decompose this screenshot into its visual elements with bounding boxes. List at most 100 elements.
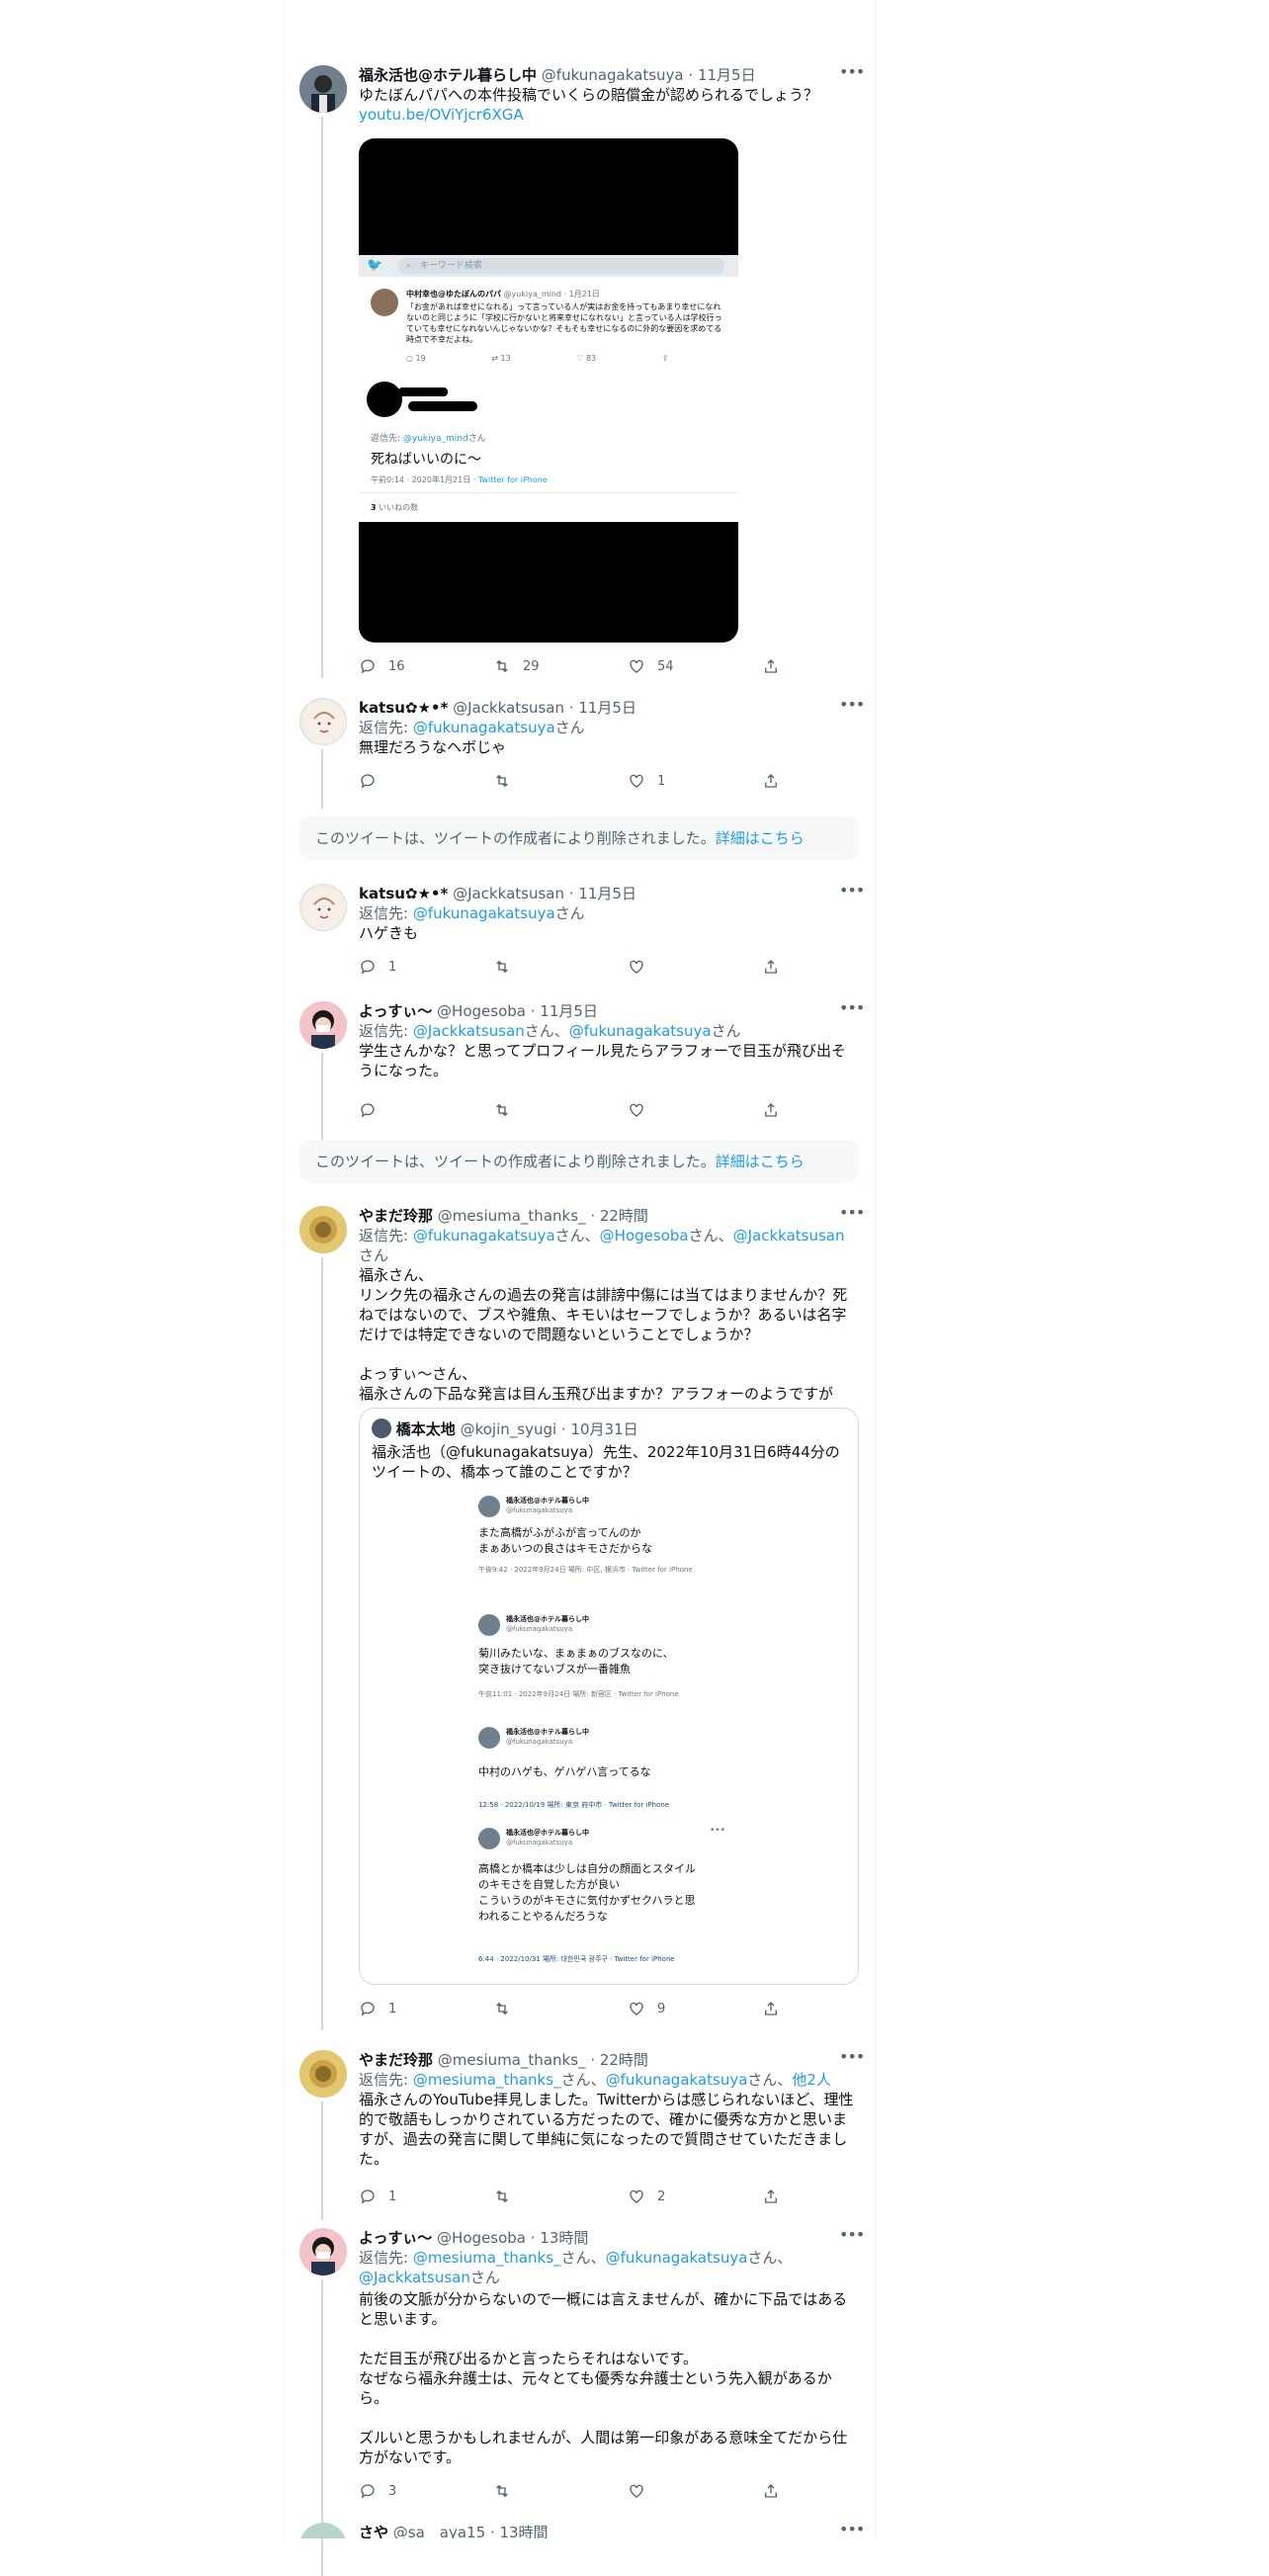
timestamp[interactable]: · 13時間 [531, 2229, 589, 2247]
mention-link[interactable]: 他2人 [792, 2071, 831, 2089]
mention-link[interactable]: @mesiuma_thanks_ [413, 2249, 561, 2267]
reply-button[interactable]: 1 [359, 957, 396, 977]
reply-button[interactable] [359, 771, 388, 791]
more-icon[interactable]: ••• [839, 1000, 865, 1021]
author-handle[interactable]: @Hogesoba [437, 2229, 526, 2247]
like-button[interactable]: 54 [628, 656, 674, 676]
mention-link[interactable]: @Jackkatsusan [733, 1227, 845, 1245]
avatar[interactable] [299, 65, 347, 113]
reply-icon [361, 2484, 375, 2499]
retweet-button[interactable] [493, 1999, 523, 2018]
mention-link[interactable]: @mesiuma_thanks_ [413, 2071, 561, 2089]
more-icon[interactable]: ••• [839, 1205, 865, 1226]
retweet-button[interactable] [493, 957, 523, 977]
tweet-7[interactable]: よっすぃ〜 @Hogesoba · 13時間 ••• 返信先: @mesiuma… [284, 2227, 875, 2576]
share-button[interactable] [762, 1100, 780, 1120]
reply-context: 返信先: @mesiuma_thanks_さん、@fukunagakatsuya… [359, 2071, 831, 2089]
author-handle[interactable]: @Hogesoba [437, 1002, 526, 1020]
author-handle[interactable]: @mesiuma_thanks_ [438, 1207, 586, 1225]
author-handle[interactable]: @mesiuma_thanks_ [438, 2051, 586, 2069]
mention-link[interactable]: @fukunagakatsuya [413, 719, 555, 736]
quote-tweet[interactable]: 橋本太地 @kojin_syugi · 10月31日 福永活也（@fukunag… [359, 1408, 859, 1985]
mention-link[interactable]: @Jackkatsusan [359, 2269, 470, 2286]
avatar[interactable] [299, 2523, 347, 2538]
tweet-1[interactable]: 福永活也@ホテル暮らし中 @fukunagakatsuya · 11月5日 ••… [284, 64, 875, 678]
mention-link[interactable]: @fukunagakatsuya [413, 904, 555, 922]
mention-link[interactable]: @Jackkatsusan [413, 1022, 525, 1040]
more-icon[interactable]: ••• [839, 883, 865, 903]
learn-more-link[interactable]: 詳細はこちら [716, 829, 804, 847]
tweet-link[interactable]: youtu.be/OViYjcr6XGA [359, 105, 859, 125]
timestamp[interactable]: · 22時間 [590, 2051, 648, 2069]
learn-more-link[interactable]: 詳細はこちら [716, 1153, 804, 1170]
like-button[interactable]: 1 [628, 771, 665, 791]
timestamp[interactable]: · 22時間 [590, 1207, 648, 1225]
author-name[interactable]: 福永活也@ホテル暮らし中 [359, 66, 537, 84]
timestamp[interactable]: · 13時間 [490, 2524, 549, 2538]
inner-main-text: 死ねばいいのに〜 [371, 452, 481, 468]
author-name[interactable]: katsu✿★•* [359, 699, 448, 717]
reply-button[interactable]: 16 [359, 656, 405, 676]
tweet-5[interactable]: やまだ玲那 @mesiuma_thanks_ · 22時間 ••• 返信先: @… [284, 1205, 875, 2030]
like-button[interactable]: 2 [628, 2187, 665, 2206]
author-handle[interactable]: @Jackkatsusan [453, 699, 564, 717]
author-handle[interactable]: @Jackkatsusan [453, 885, 564, 902]
reply-button[interactable]: 3 [359, 2481, 396, 2501]
avatar[interactable] [299, 2228, 347, 2275]
avatar[interactable] [299, 884, 347, 931]
share-button[interactable] [762, 2187, 780, 2206]
inner-name: 中村幸也@ゆたぼんのパパ [406, 290, 501, 299]
mention-link[interactable]: @fukunagakatsuya [569, 1022, 712, 1040]
timestamp[interactable]: · 11月5日 [569, 699, 636, 717]
author-handle[interactable]: @sa__aya15 [393, 2524, 485, 2538]
retweet-button[interactable] [493, 2481, 523, 2501]
share-button[interactable] [762, 1999, 780, 2018]
share-button[interactable] [762, 656, 780, 676]
twitter-logo-icon: 🐦 [367, 258, 383, 273]
retweet-button[interactable]: 29 [493, 656, 540, 676]
timestamp[interactable]: · 11月5日 [688, 66, 755, 84]
mention-link[interactable]: @fukunagakatsuya [606, 2071, 748, 2089]
author-name[interactable]: やまだ玲那 [359, 2051, 433, 2069]
retweet-icon [496, 1103, 508, 1117]
more-icon[interactable]: ••• [839, 2522, 865, 2538]
author-name[interactable]: よっすぃ〜 [359, 2229, 432, 2247]
retweet-button[interactable] [493, 1100, 523, 1120]
timestamp[interactable]: · 11月5日 [569, 885, 636, 902]
mention-link[interactable]: @fukunagakatsuya [413, 1227, 555, 1245]
like-button[interactable] [628, 957, 657, 977]
avatar[interactable] [299, 1001, 347, 1049]
tweet-3[interactable]: katsu✿★•* @Jackkatsusan · 11月5日 ••• 返信先:… [284, 883, 875, 988]
author-name[interactable]: よっすぃ〜 [359, 1002, 432, 1020]
tweet-6[interactable]: やまだ玲那 @mesiuma_thanks_ · 22時間 ••• 返信先: @… [284, 2049, 875, 2220]
tweet-2[interactable]: katsu✿★•* @Jackkatsusan · 11月5日 ••• 返信先:… [284, 697, 875, 809]
more-icon[interactable]: ••• [839, 64, 865, 85]
retweet-button[interactable] [493, 2187, 523, 2206]
share-button[interactable] [762, 771, 780, 791]
author-name[interactable]: katsu✿★•* [359, 885, 448, 902]
avatar[interactable] [299, 698, 347, 745]
author-handle[interactable]: @fukunagakatsuya [542, 66, 684, 84]
reply-button[interactable] [359, 1100, 388, 1120]
more-icon[interactable]: ••• [839, 2049, 865, 2070]
more-icon[interactable]: ••• [839, 2227, 865, 2248]
like-button[interactable] [628, 1100, 657, 1120]
reply-button[interactable]: 1 [359, 2187, 396, 2206]
tweet-media[interactable]: 🐦 ⌕ キーワード検索 中村幸也@ゆたぼんのパパ @yukiya_mind · … [359, 138, 738, 643]
tweet-8[interactable]: さや @sa__aya15 · 13時間 ••• [284, 2521, 875, 2538]
retweet-button[interactable] [493, 771, 523, 791]
like-button[interactable]: 9 [628, 1999, 665, 2018]
timestamp[interactable]: · 11月5日 [531, 1002, 598, 1020]
like-button[interactable] [628, 2481, 657, 2501]
mention-link[interactable]: @Hogesoba [600, 1227, 689, 1245]
avatar[interactable] [299, 2050, 347, 2098]
author-name[interactable]: さや [359, 2524, 388, 2538]
mention-link[interactable]: @fukunagakatsuya [606, 2249, 748, 2267]
author-name[interactable]: やまだ玲那 [359, 1207, 433, 1225]
reply-button[interactable]: 1 [359, 1999, 396, 2018]
tweet-4[interactable]: よっすぃ〜 @Hogesoba · 11月5日 ••• 返信先: @Jackka… [284, 1000, 875, 1142]
share-button[interactable] [762, 957, 780, 977]
avatar[interactable] [299, 1206, 347, 1253]
more-icon[interactable]: ••• [839, 697, 865, 718]
share-button[interactable] [762, 2481, 780, 2501]
